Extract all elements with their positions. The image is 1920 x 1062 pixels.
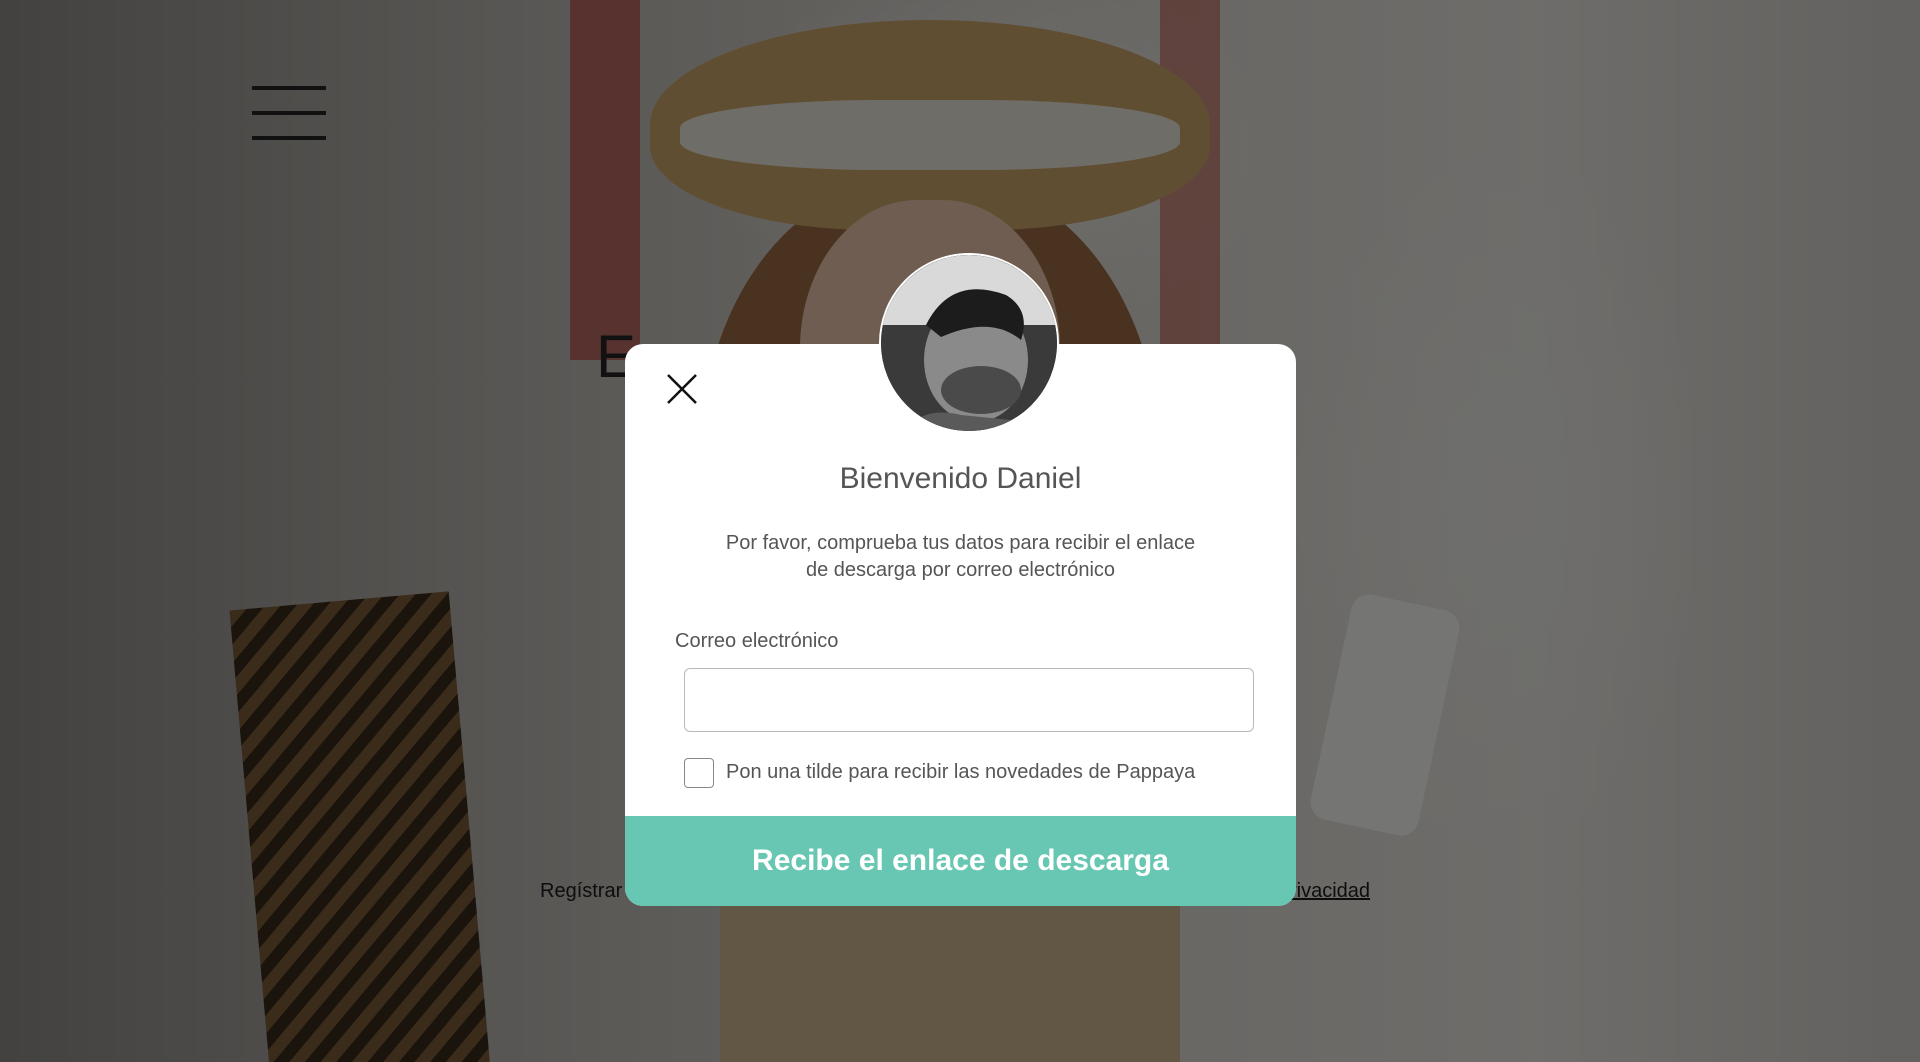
email-field[interactable]	[684, 668, 1254, 732]
modal-title: Bienvenido Daniel	[839, 462, 1082, 495]
register-text[interactable]: Regístrar	[540, 880, 622, 903]
hamburger-menu-icon[interactable]	[252, 86, 326, 140]
close-icon[interactable]	[665, 372, 699, 406]
newsletter-checkbox-label[interactable]: Pon una tilde para recibir las novedades…	[726, 761, 1195, 784]
modal-subtitle: Por favor, comprueba tus datos para reci…	[725, 532, 1196, 581]
submit-download-button[interactable]: Recibe el enlace de descarga	[625, 816, 1296, 906]
privacy-link[interactable]: rivacidad	[1290, 880, 1370, 903]
page: En … s Regístrar rivacidad Bienvenido Da…	[0, 0, 1920, 1062]
user-avatar	[879, 253, 1059, 433]
email-label: Correo electrónico	[675, 630, 839, 652]
newsletter-checkbox[interactable]	[684, 758, 714, 788]
